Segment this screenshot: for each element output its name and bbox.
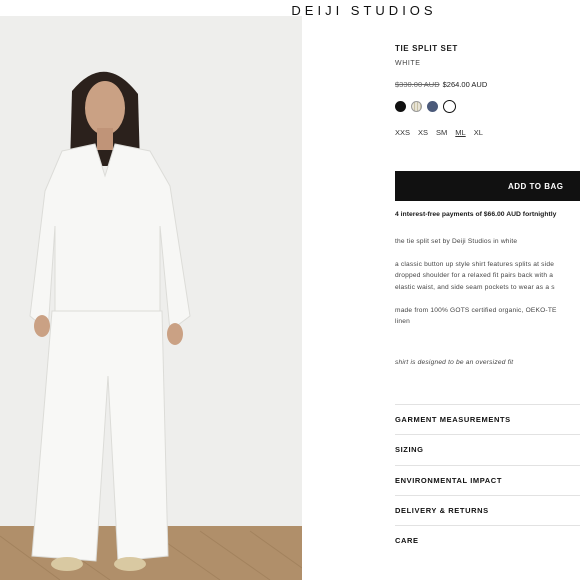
add-to-bag-button[interactable]: ADD TO BAG: [395, 171, 580, 201]
product-details-accordion: GARMENT MEASUREMENTS SIZING ENVIRONMENTA…: [395, 404, 580, 555]
size-option-xl[interactable]: XL: [474, 128, 483, 137]
description-intro: the tie split set by Deiji Studios in wh…: [395, 238, 518, 245]
color-swatches: [395, 100, 456, 113]
original-price: $330.00 AUD: [395, 80, 440, 89]
price-row: $330.00 AUD $264.00 AUD: [395, 80, 487, 89]
material-line: made from 100% GOTS certified organic, O…: [395, 307, 557, 314]
size-option-sm[interactable]: SM: [436, 128, 447, 137]
size-option-xxs[interactable]: XXS: [395, 128, 410, 137]
sale-price: $264.00 AUD: [442, 80, 488, 89]
description-line: dropped shoulder for a relaxed fit pairs…: [395, 272, 554, 280]
description-line: a classic button up style shirt features…: [395, 261, 555, 268]
product-info-panel: TIE SPLIT SET WHITE $330.00 AUD $264.00 A…: [395, 0, 580, 580]
swatch-blue[interactable]: [427, 101, 438, 112]
fit-note: shirt is designed to be an oversized fit: [395, 359, 514, 366]
installments-note: 4 interest-free payments of $66.00 AUD f…: [395, 211, 557, 218]
size-selector: XXS XS SM ML XL: [395, 128, 483, 137]
swatch-stripe[interactable]: [411, 101, 422, 112]
accordion-delivery-returns[interactable]: DELIVERY & RETURNS: [395, 494, 580, 525]
size-option-ml[interactable]: ML: [455, 128, 465, 137]
product-color-name: WHITE: [395, 60, 421, 67]
accordion-sizing[interactable]: SIZING: [395, 434, 580, 464]
product-title: TIE SPLIT SET: [395, 44, 458, 53]
swatch-black[interactable]: [395, 101, 406, 112]
description-line: elastic waist, and side seam pockets to …: [395, 283, 555, 291]
product-image[interactable]: [0, 16, 302, 580]
description-body: a classic button up style shirt features…: [395, 259, 555, 293]
accordion-environmental-impact[interactable]: ENVIRONMENTAL IMPACT: [395, 464, 580, 495]
accordion-garment-measurements[interactable]: GARMENT MEASUREMENTS: [395, 404, 580, 434]
swatch-white-selected[interactable]: [443, 100, 456, 113]
size-option-xs[interactable]: XS: [418, 128, 428, 137]
material-line: linen: [395, 318, 410, 326]
accordion-care[interactable]: CARE: [395, 525, 580, 555]
material-description: made from 100% GOTS certified organic, O…: [395, 305, 557, 328]
